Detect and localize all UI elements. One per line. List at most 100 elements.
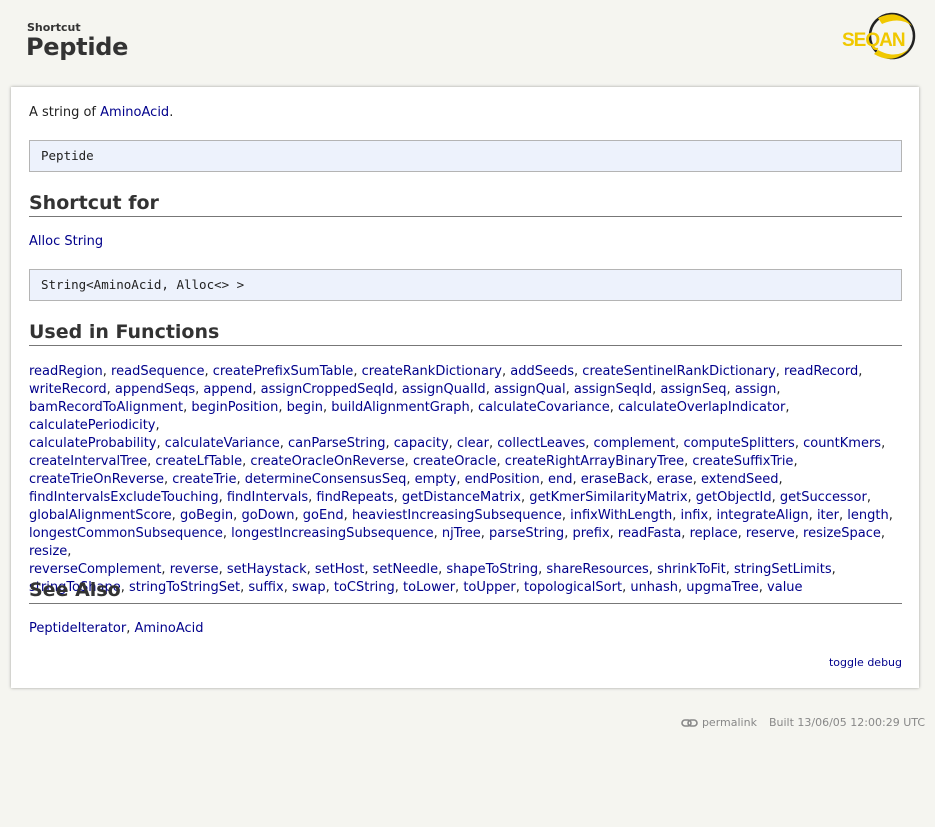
- see-also-link[interactable]: PeptideIterator: [29, 621, 126, 636]
- function-line: findIntervalsExcludeTouching, findInterv…: [29, 490, 871, 505]
- seqan-logo[interactable]: SEQAN: [840, 10, 920, 62]
- function-link[interactable]: addSeeds: [510, 364, 574, 379]
- function-link[interactable]: complement: [594, 436, 676, 451]
- function-link[interactable]: readSequence: [111, 364, 204, 379]
- logo-text: SEQAN: [842, 30, 905, 51]
- intro-link[interactable]: AminoAcid: [100, 105, 169, 120]
- function-link[interactable]: setHaystack: [227, 562, 307, 577]
- toggle-debug-link[interactable]: toggle debug: [829, 656, 902, 669]
- see-also-link[interactable]: AminoAcid: [135, 621, 204, 636]
- function-link[interactable]: assignSeqId: [574, 382, 652, 397]
- function-link[interactable]: createPrefixSumTable: [213, 364, 354, 379]
- function-link[interactable]: computeSplitters: [683, 436, 794, 451]
- function-link[interactable]: resizeSpace: [803, 526, 881, 541]
- function-link[interactable]: reverseComplement: [29, 562, 161, 577]
- function-link[interactable]: createTrieOnReverse: [29, 472, 164, 487]
- function-link[interactable]: createSentinelRankDictionary: [582, 364, 775, 379]
- function-line: createIntervalTree, createLfTable, creat…: [29, 454, 798, 469]
- function-link[interactable]: capacity: [394, 436, 449, 451]
- function-link[interactable]: extendSeed: [701, 472, 779, 487]
- function-link[interactable]: assignQual: [494, 382, 566, 397]
- function-link[interactable]: integrateAlign: [716, 508, 808, 523]
- function-link[interactable]: createRankDictionary: [362, 364, 502, 379]
- function-link[interactable]: findIntervals: [227, 490, 308, 505]
- function-link[interactable]: readRegion: [29, 364, 103, 379]
- function-link[interactable]: createRightArrayBinaryTree: [505, 454, 684, 469]
- function-line: writeRecord, appendSeqs, append, assignC…: [29, 382, 781, 397]
- shortcut-for-link[interactable]: Alloc String: [29, 234, 103, 249]
- function-link[interactable]: globalAlignmentScore: [29, 508, 172, 523]
- function-link[interactable]: findRepeats: [316, 490, 393, 505]
- function-link[interactable]: goEnd: [303, 508, 344, 523]
- function-link[interactable]: infixWithLength: [570, 508, 672, 523]
- function-link[interactable]: eraseBack: [581, 472, 649, 487]
- function-link[interactable]: createOracle: [413, 454, 497, 469]
- function-link[interactable]: resize: [29, 544, 67, 559]
- function-link[interactable]: assignCroppedSeqId: [261, 382, 394, 397]
- function-link[interactable]: end: [548, 472, 573, 487]
- function-link[interactable]: calculateCovariance: [478, 400, 610, 415]
- function-link[interactable]: getDistanceMatrix: [402, 490, 521, 505]
- function-link[interactable]: assignQualId: [402, 382, 486, 397]
- function-link[interactable]: getKmerSimilarityMatrix: [529, 490, 687, 505]
- permalink-link[interactable]: permalink: [702, 716, 757, 729]
- function-link[interactable]: calculateOverlapIndicator: [618, 400, 785, 415]
- function-link[interactable]: stringSetLimits: [734, 562, 832, 577]
- function-link[interactable]: determineConsensusSeq: [245, 472, 407, 487]
- function-link[interactable]: calculateVariance: [165, 436, 280, 451]
- function-link[interactable]: createTrie: [172, 472, 236, 487]
- function-link[interactable]: length: [847, 508, 888, 523]
- function-link[interactable]: readFasta: [618, 526, 681, 541]
- function-link[interactable]: createOracleOnReverse: [250, 454, 404, 469]
- function-link[interactable]: createIntervalTree: [29, 454, 147, 469]
- function-link[interactable]: njTree: [442, 526, 481, 541]
- function-link[interactable]: buildAlignmentGraph: [331, 400, 469, 415]
- function-link[interactable]: erase: [657, 472, 693, 487]
- function-list: readRegion, readSequence, createPrefixSu…: [29, 363, 909, 597]
- function-link[interactable]: heaviestIncreasingSubsequence: [352, 508, 562, 523]
- function-link[interactable]: parseString: [489, 526, 564, 541]
- function-link[interactable]: shareResources: [546, 562, 648, 577]
- function-link[interactable]: writeRecord: [29, 382, 107, 397]
- function-link[interactable]: collectLeaves: [497, 436, 585, 451]
- function-link[interactable]: replace: [690, 526, 738, 541]
- function-link[interactable]: prefix: [572, 526, 609, 541]
- function-link[interactable]: readRecord: [784, 364, 858, 379]
- function-link[interactable]: append: [203, 382, 252, 397]
- function-link[interactable]: reverse: [170, 562, 219, 577]
- content-panel: A string of AminoAcid. Peptide Shortcut …: [11, 87, 919, 688]
- function-link[interactable]: findIntervalsExcludeTouching: [29, 490, 219, 505]
- function-link[interactable]: longestCommonSubsequence: [29, 526, 223, 541]
- function-link[interactable]: calculatePeriodicity: [29, 418, 155, 433]
- function-link[interactable]: createLfTable: [155, 454, 242, 469]
- function-link[interactable]: getSuccessor: [780, 490, 867, 505]
- function-link[interactable]: bamRecordToAlignment: [29, 400, 183, 415]
- function-link[interactable]: assign: [735, 382, 777, 397]
- function-link[interactable]: beginPosition: [191, 400, 278, 415]
- function-link[interactable]: shrinkToFit: [657, 562, 726, 577]
- function-link[interactable]: setNeedle: [373, 562, 438, 577]
- page-title: Peptide: [26, 33, 129, 61]
- function-link[interactable]: assignSeq: [660, 382, 726, 397]
- see-also-links: PeptideIterator, AminoAcid: [29, 621, 204, 636]
- function-link[interactable]: longestIncreasingSubsequence: [231, 526, 433, 541]
- function-link[interactable]: goBegin: [180, 508, 233, 523]
- function-link[interactable]: iter: [817, 508, 839, 523]
- function-link[interactable]: countKmers: [803, 436, 881, 451]
- function-link[interactable]: goDown: [241, 508, 294, 523]
- function-link[interactable]: begin: [287, 400, 323, 415]
- function-link[interactable]: canParseString: [288, 436, 386, 451]
- function-line: longestCommonSubsequence, longestIncreas…: [29, 526, 886, 559]
- function-link[interactable]: shapeToString: [446, 562, 538, 577]
- function-link[interactable]: getObjectId: [696, 490, 772, 505]
- function-link[interactable]: empty: [415, 472, 457, 487]
- function-link[interactable]: infix: [680, 508, 708, 523]
- function-link[interactable]: reserve: [746, 526, 795, 541]
- function-link[interactable]: appendSeqs: [115, 382, 195, 397]
- build-timestamp: Built 13/06/05 12:00:29 UTC: [768, 716, 925, 729]
- function-link[interactable]: clear: [457, 436, 489, 451]
- function-link[interactable]: setHost: [315, 562, 364, 577]
- function-link[interactable]: endPosition: [465, 472, 540, 487]
- function-link[interactable]: createSuffixTrie: [692, 454, 793, 469]
- function-link[interactable]: calculateProbability: [29, 436, 157, 451]
